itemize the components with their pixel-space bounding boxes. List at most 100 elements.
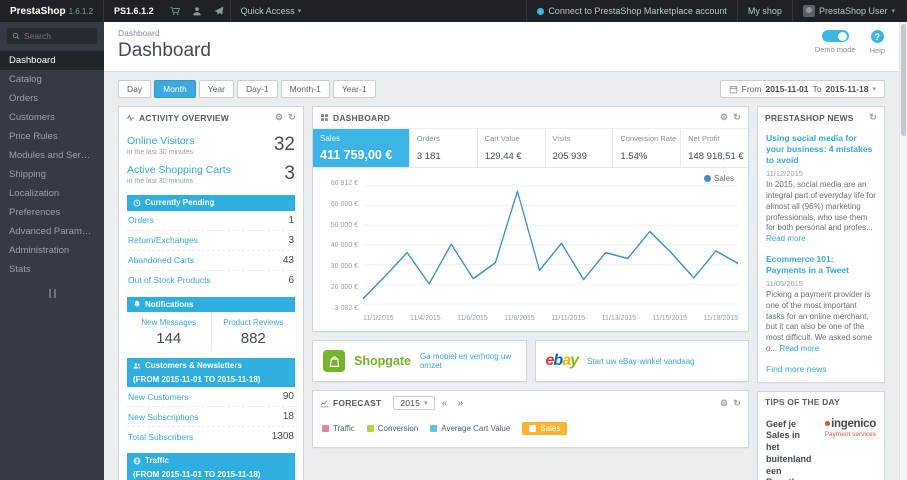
kpi-conversion-rate[interactable]: Conversion Rate 1.54% [613, 129, 682, 167]
kpi-sales[interactable]: Sales 411 759,00 € [313, 129, 410, 167]
sidebar-item-catalog[interactable]: Catalog [0, 70, 104, 89]
product-reviews-cell[interactable]: Product Reviews 882 [210, 312, 296, 352]
forecast-legend-average-cart-value[interactable]: Average Cart Value [430, 424, 510, 433]
user-menu[interactable]: PrestaShop User ▾ [791, 0, 899, 22]
my-shop-link[interactable]: My shop [736, 0, 792, 22]
sidebar-item-administration[interactable]: Administration [0, 241, 104, 260]
panel-refresh-icon[interactable]: ↻ [733, 112, 741, 123]
chevron-down-icon: ▾ [297, 8, 302, 15]
news-article-title-link[interactable]: Using social media for your business: 4 … [766, 133, 876, 166]
dashboard-panel: DASHBOARD ⚙ ↻ Sales 411 759,00 € Orders [312, 106, 749, 332]
news-article-title-link[interactable]: Ecommerce 101: Payments in a Tweet [766, 254, 876, 276]
sidebar-item-preferences[interactable]: Preferences [0, 203, 104, 222]
ingenico-logo[interactable]: ingenico Payment services [818, 418, 877, 480]
page-header: Dashboard Dashboard Demo mode ? Help [104, 22, 899, 72]
panel-refresh-icon[interactable]: ↻ [288, 112, 296, 123]
shopgate-cta-link[interactable]: Ga mobiel en verhoog uw omzet [420, 352, 516, 370]
sidebar-collapse-icon[interactable] [45, 289, 59, 298]
customers-newsletters-title: Customers & Newsletters [145, 361, 242, 371]
page-scrollbar[interactable] [899, 22, 907, 480]
customer-icon[interactable] [186, 0, 208, 22]
pending-returns-value: 3 [288, 234, 294, 246]
out-of-stock-link[interactable]: Out of Stock Products [128, 275, 211, 285]
help-control[interactable]: ? Help [870, 30, 885, 55]
dashboard-panel-title: DASHBOARD [333, 112, 391, 123]
panel-settings-icon[interactable]: ⚙ [275, 112, 283, 123]
marketplace-icon [537, 7, 545, 15]
panel-settings-icon[interactable]: ⚙ [720, 112, 728, 123]
next-year-button[interactable]: » [455, 398, 467, 409]
forecast-legend-sales[interactable]: Sales [522, 422, 568, 435]
sidebar-item-advanced-parameters[interactable]: Advanced Parameters [0, 222, 104, 241]
range-button-month-1[interactable]: Month-1 [280, 80, 330, 98]
cart-icon[interactable] [164, 0, 186, 22]
panel-refresh-icon[interactable]: ↻ [733, 398, 741, 409]
news-panel-title: PRESTASHOP NEWS [765, 112, 854, 123]
kpi-net-profit[interactable]: Net Profit 148 918,51 € [681, 129, 748, 167]
marketplace-label: Connect to PrestaShop Marketplace accoun… [548, 6, 727, 16]
sidebar-item-stats[interactable]: Stats [0, 260, 104, 279]
chart-legend[interactable]: Sales [703, 174, 734, 183]
quick-access-menu[interactable]: Quick Access ▾ [229, 0, 312, 22]
new-customers-link[interactable]: New Customers [128, 392, 188, 402]
conversion-swatch-icon [366, 425, 374, 432]
sidebar-item-orders[interactable]: Orders [0, 89, 104, 108]
kpi-cart-value[interactable]: Cart Value 129,44 € [478, 129, 546, 167]
demo-mode-toggle[interactable] [821, 30, 849, 42]
help-icon[interactable]: ? [870, 30, 884, 43]
sidebar-item-localization[interactable]: Localization [0, 184, 104, 203]
kpi-conversion-rate-value: 1.54% [620, 151, 648, 162]
prestashop-logo[interactable]: PrestaShop 1.6.1.2 [0, 0, 103, 22]
ebay-cta-link[interactable]: Start uw eBay-winkel vandaag [587, 357, 695, 366]
pending-orders-link[interactable]: Orders [128, 215, 154, 225]
range-button-day-1[interactable]: Day-1 [236, 80, 278, 98]
range-button-year-1[interactable]: Year-1 [332, 80, 376, 98]
search-input[interactable] [24, 31, 92, 41]
shop-name-link[interactable]: PS1.6.1.2 [103, 0, 164, 22]
kpi-orders[interactable]: Orders 3 181 [410, 129, 478, 167]
calendar-icon [729, 85, 737, 93]
sidebar-item-price-rules[interactable]: Price Rules [0, 127, 104, 146]
ebay-banner[interactable]: ebay Start uw eBay-winkel vandaag [534, 340, 749, 382]
scrollbar-thumb[interactable] [901, 24, 906, 136]
shopgate-banner[interactable]: Shopgate Ga mobiel en verhoog uw omzet [312, 340, 527, 382]
sales-swatch-icon [529, 425, 537, 432]
abandoned-carts-link[interactable]: Abandoned Carts [128, 255, 194, 265]
previous-year-button[interactable]: « [439, 398, 451, 409]
announcement-plane-icon[interactable] [208, 0, 230, 22]
new-customers-row: New Customers 90 [127, 387, 295, 408]
panel-refresh-icon[interactable]: ↻ [869, 112, 877, 123]
find-more-news-link[interactable]: Find more news [766, 364, 876, 374]
read-more-link[interactable]: Read more [766, 234, 806, 243]
forecast-legend-conversion[interactable]: Conversion [366, 424, 418, 433]
forecast-legend-traffic[interactable]: Traffic [322, 424, 355, 433]
forecast-year-select[interactable]: 2015 ▾ [393, 396, 435, 410]
demo-mode-control[interactable]: Demo mode [815, 30, 856, 55]
range-button-month[interactable]: Month [154, 80, 196, 98]
chart-plot-area [363, 180, 738, 312]
panel-settings-icon[interactable]: ⚙ [720, 398, 728, 409]
sidebar-search[interactable] [7, 28, 97, 44]
news-article-excerpt: In 2015, social media are an integral pa… [766, 180, 876, 245]
range-button-day[interactable]: Day [118, 80, 152, 98]
date-range-picker[interactable]: From 2015-11-01 To 2015-11-18 ▾ [719, 80, 885, 98]
new-messages-cell[interactable]: New Messages 144 [127, 312, 211, 351]
header-controls: Demo mode ? Help [815, 30, 885, 55]
sidebar-item-dashboard[interactable]: Dashboard [0, 51, 104, 70]
sidebar-item-customers[interactable]: Customers [0, 108, 104, 127]
dashboard-content: ACTIVITY OVERVIEW ⚙ ↻ Online Visitors in… [104, 106, 899, 480]
kpi-visits[interactable]: Visits 205 939 [546, 129, 614, 167]
marketplace-link[interactable]: Connect to PrestaShop Marketplace accoun… [526, 0, 737, 22]
range-button-year[interactable]: Year [198, 80, 234, 98]
active-carts-label[interactable]: Active Shopping Carts [127, 164, 231, 176]
forecast-sales-label: Sales [540, 424, 561, 433]
online-visitors-label[interactable]: Online Visitors [127, 135, 195, 147]
pending-returns-link[interactable]: Return/Exchanges [128, 235, 198, 245]
sidebar-item-modules[interactable]: Modules and Services [0, 146, 104, 165]
pending-row-orders: Orders 1 [127, 211, 295, 231]
sidebar-item-shipping[interactable]: Shipping [0, 165, 104, 184]
new-messages-value: 144 [156, 330, 182, 348]
read-more-link[interactable]: Read more [779, 344, 819, 353]
total-subscribers-link[interactable]: Total Subscribers [128, 432, 193, 442]
new-subscriptions-link[interactable]: New Subscriptions [128, 412, 198, 422]
